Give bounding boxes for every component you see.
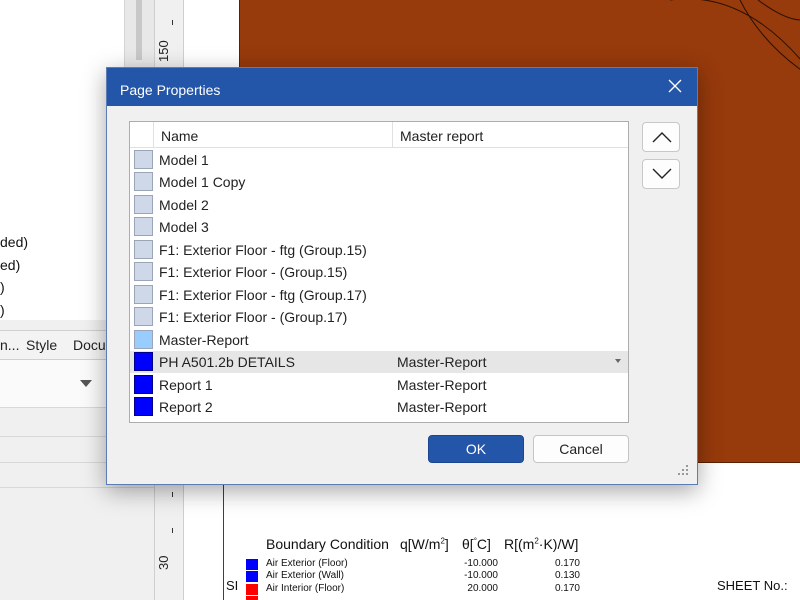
row-master-report: Master-Report [397, 377, 487, 393]
color-swatch[interactable] [134, 330, 153, 349]
dialog-titlebar[interactable]: Page Properties [107, 68, 697, 106]
list-item[interactable]: F1: Exterior Floor - (Group.17) [130, 306, 628, 328]
sheet-label-truncated: SI [226, 578, 239, 593]
chevron-down-icon [652, 168, 672, 179]
row-name: Model 1 Copy [159, 174, 246, 190]
list-header: Name Master report [130, 122, 628, 148]
row-master-report: Master-Report [397, 354, 487, 370]
list-item[interactable]: Model 1 Copy [130, 171, 628, 193]
color-swatch [246, 584, 258, 595]
list-item[interactable]: Master-Report [130, 329, 628, 351]
row-name: Model 3 [159, 219, 209, 235]
boundary-header-q: q[W/m2] [400, 536, 449, 552]
row-name: Report 2 [159, 399, 213, 415]
boundary-r: 0.130 [554, 570, 580, 581]
ruler-tick [172, 492, 173, 497]
list-item[interactable]: Report 1 Master-Report [130, 374, 628, 396]
boundary-header-condition: Boundary Condition [266, 536, 389, 552]
color-swatch[interactable] [134, 307, 153, 326]
tree-item-text[interactable]: ed) [0, 257, 20, 273]
chevron-up-icon [652, 132, 672, 143]
page-properties-dialog: Page Properties Name Master report Model… [106, 67, 698, 485]
boundary-r: 0.170 [554, 583, 580, 594]
tab-document[interactable]: Docu [73, 337, 106, 353]
color-swatch[interactable] [134, 285, 153, 304]
row-name: Model 1 [159, 152, 209, 168]
ruler-tick [172, 20, 173, 25]
boundary-theta: -10.000 [464, 558, 498, 569]
list-item[interactable]: Model 1 [130, 149, 628, 171]
tree-item-text[interactable]: ) [0, 279, 5, 295]
dropdown-caret-icon[interactable] [615, 359, 621, 363]
list-item[interactable]: Model 2 [130, 194, 628, 216]
close-button[interactable] [665, 76, 685, 96]
boundary-row [246, 595, 586, 600]
list-item[interactable]: F1: Exterior Floor - ftg (Group.17) [130, 284, 628, 306]
dialog-title: Page Properties [120, 82, 221, 98]
cancel-button[interactable]: Cancel [533, 435, 629, 463]
color-swatch[interactable] [134, 172, 153, 191]
ruler-tick [172, 528, 173, 533]
list-item[interactable]: F1: Exterior Floor - (Group.15) [130, 261, 628, 283]
boundary-row: Air Exterior (Wall) -10.000 0.130 [246, 570, 586, 583]
boundary-label: Air Interior (Floor) [266, 583, 345, 594]
list-item[interactable]: Report 2 Master-Report [130, 396, 628, 418]
boundary-r: 0.170 [554, 558, 580, 569]
row-name: F1: Exterior Floor - ftg (Group.17) [159, 287, 367, 303]
close-icon[interactable] [668, 79, 682, 93]
color-swatch [246, 571, 258, 582]
header-color-column [130, 122, 154, 148]
tree-item-text[interactable]: ded) [0, 234, 28, 250]
column-divider[interactable] [392, 122, 393, 148]
row-name: Model 2 [159, 197, 209, 213]
column-header-master-report[interactable]: Master report [400, 128, 483, 144]
ruler-label: 150 [156, 40, 171, 62]
color-swatch[interactable] [134, 150, 153, 169]
move-up-button[interactable] [642, 122, 680, 152]
row-name: F1: Exterior Floor - (Group.15) [159, 264, 348, 280]
tree-panel-scrollbar-thumb[interactable] [136, 0, 142, 60]
boundary-header-r: R[(m2·K)/W] [504, 536, 579, 552]
boundary-label: Air Exterior (Wall) [266, 570, 344, 581]
list-item-selected[interactable]: PH A501.2b DETAILS Master-Report [130, 351, 628, 373]
ok-button[interactable]: OK [428, 435, 524, 463]
boundary-label: Air Exterior (Floor) [266, 558, 348, 569]
list-item[interactable]: Model 3 [130, 216, 628, 238]
color-swatch[interactable] [134, 217, 153, 236]
color-swatch[interactable] [134, 375, 153, 394]
list-item[interactable]: F1: Exterior Floor - ftg (Group.15) [130, 239, 628, 261]
color-swatch[interactable] [134, 240, 153, 259]
ruler-label: 30 [156, 555, 171, 570]
row-name: F1: Exterior Floor - ftg (Group.15) [159, 242, 367, 258]
boundary-theta: 20.000 [467, 583, 498, 594]
resize-grip-icon[interactable] [677, 464, 689, 476]
color-swatch [246, 559, 258, 570]
color-swatch[interactable] [134, 352, 153, 371]
move-down-button[interactable] [642, 159, 680, 189]
boundary-header-theta: θ[°C] [462, 536, 491, 552]
tab-truncated[interactable]: n... [0, 337, 19, 353]
sheet-number-label: SHEET No.: [717, 578, 788, 593]
tree-item-text[interactable]: ) [0, 302, 5, 318]
chevron-down-icon[interactable] [80, 380, 92, 387]
color-swatch[interactable] [134, 262, 153, 281]
row-master-report: Master-Report [397, 399, 487, 415]
application-window: ded) ed) ) ) n... Style Docu 150 30 Boun… [0, 0, 800, 600]
color-swatch[interactable] [134, 195, 153, 214]
page-list[interactable]: Name Master report Model 1 Model 1 Copy … [129, 121, 629, 423]
color-swatch[interactable] [134, 397, 153, 416]
row-name: F1: Exterior Floor - (Group.17) [159, 309, 348, 325]
boundary-theta: -10.000 [464, 570, 498, 581]
color-swatch [246, 596, 258, 600]
column-header-name[interactable]: Name [161, 128, 198, 144]
divider [0, 487, 154, 488]
row-name: Report 1 [159, 377, 213, 393]
tab-style[interactable]: Style [26, 337, 57, 353]
row-name: PH A501.2b DETAILS [159, 354, 295, 370]
row-name: Master-Report [159, 332, 249, 348]
